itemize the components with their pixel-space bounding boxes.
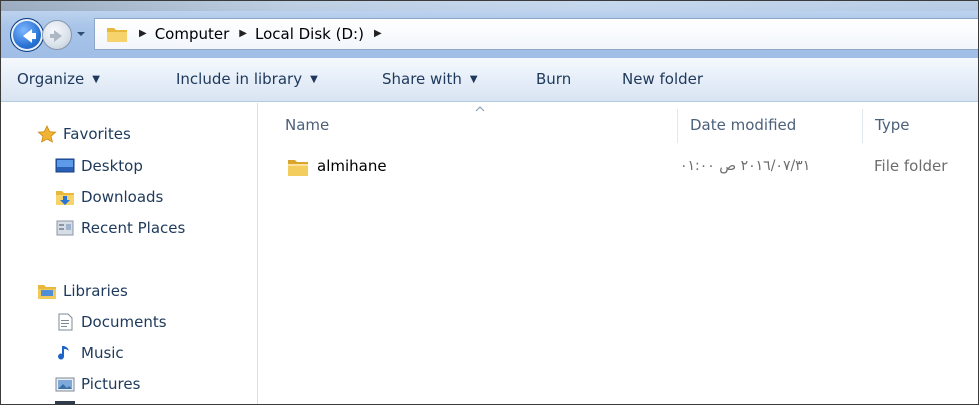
- sidebar-item-label: Pictures: [81, 375, 141, 393]
- forward-arrow-icon: [50, 30, 62, 42]
- sidebar-item-label: Favorites: [63, 125, 131, 143]
- share-with-button[interactable]: Share with ▼: [382, 70, 478, 88]
- sidebar-item-desktop[interactable]: Desktop: [55, 157, 143, 175]
- address-separator[interactable]: ▶: [139, 29, 147, 39]
- file-type: File folder: [874, 157, 948, 175]
- explorer-window: ▶ Computer ▶ Local Disk (D:) ▶ Organize …: [0, 0, 979, 405]
- address-separator[interactable]: ▶: [239, 29, 247, 39]
- address-strip: ▶ Computer ▶ Local Disk (D:) ▶: [1, 1, 978, 58]
- folder-icon: [288, 160, 308, 176]
- include-in-library-label: Include in library: [176, 70, 303, 88]
- column-divider[interactable]: [677, 109, 678, 143]
- file-list-pane: Name Date modified Type almihane ٢٠١٦/٠٧…: [259, 103, 978, 404]
- address-bar[interactable]: ▶ Computer ▶ Local Disk (D:) ▶: [94, 18, 978, 50]
- sidebar-item-libraries[interactable]: Libraries: [37, 282, 128, 300]
- sidebar-item-documents[interactable]: Documents: [55, 313, 167, 331]
- sidebar-item-downloads[interactable]: Downloads: [55, 188, 163, 206]
- navigation-pane: Favorites Desktop Downloads Recent Place…: [1, 103, 258, 404]
- file-name: almihane: [317, 157, 387, 175]
- new-folder-label: New folder: [622, 70, 704, 88]
- desktop-icon: [55, 158, 75, 173]
- libraries-icon: [38, 285, 56, 299]
- breadcrumb-local-disk[interactable]: Local Disk (D:): [255, 25, 364, 43]
- column-header-name[interactable]: Name: [285, 116, 329, 134]
- address-separator[interactable]: ▶: [374, 29, 382, 39]
- star-icon: [37, 125, 57, 143]
- sort-ascending-icon: [475, 106, 485, 112]
- chevron-down-icon: [77, 32, 85, 36]
- chevron-down-icon: ▼: [310, 73, 318, 85]
- forward-button[interactable]: [42, 20, 72, 50]
- sidebar-item-label: Downloads: [81, 188, 164, 206]
- column-header-type[interactable]: Type: [875, 116, 909, 134]
- sidebar-item-label: Desktop: [81, 157, 143, 175]
- sidebar-item-pictures[interactable]: Pictures: [55, 375, 140, 393]
- breadcrumb-computer[interactable]: Computer: [155, 25, 230, 43]
- document-icon: [58, 313, 73, 331]
- back-button[interactable]: [10, 18, 44, 52]
- file-date-modified: ٢٠١٦/٠٧/٣١ ص ٠١:٠٠: [680, 158, 811, 174]
- recent-places-icon: [56, 220, 74, 236]
- burn-button[interactable]: Burn: [536, 70, 571, 88]
- sidebar-item-label: Music: [81, 344, 124, 362]
- new-folder-button[interactable]: New folder: [622, 70, 703, 88]
- sidebar-item-label: Libraries: [63, 282, 128, 300]
- sidebar-item-label: Documents: [81, 313, 167, 331]
- organize-button[interactable]: Organize ▼: [17, 70, 100, 88]
- command-bar: Organize ▼ Include in library ▼ Share wi…: [1, 58, 978, 102]
- organize-label: Organize: [17, 70, 85, 88]
- partially-hidden-icon: [55, 401, 75, 404]
- recent-pages-button[interactable]: [74, 27, 88, 41]
- sidebar-item-recent-places[interactable]: Recent Places: [55, 219, 185, 237]
- share-with-label: Share with: [382, 70, 462, 88]
- sidebar-item-favorites[interactable]: Favorites: [37, 125, 131, 143]
- file-row[interactable]: almihane ٢٠١٦/٠٧/٣١ ص ٠١:٠٠ File folder: [281, 153, 976, 181]
- column-divider[interactable]: [862, 109, 863, 143]
- sidebar-item-label: Recent Places: [81, 219, 186, 237]
- chevron-down-icon: ▼: [469, 73, 478, 85]
- column-header-date-modified[interactable]: Date modified: [690, 116, 796, 134]
- downloads-folder-icon: [56, 191, 74, 205]
- music-note-icon: [58, 346, 69, 360]
- folder-icon: [107, 28, 127, 42]
- sidebar-item-music[interactable]: Music: [55, 344, 124, 362]
- burn-label: Burn: [536, 70, 572, 88]
- include-in-library-button[interactable]: Include in library ▼: [176, 70, 318, 88]
- back-arrow-icon: [23, 29, 36, 43]
- pictures-icon: [55, 377, 75, 392]
- chevron-down-icon: ▼: [92, 73, 100, 85]
